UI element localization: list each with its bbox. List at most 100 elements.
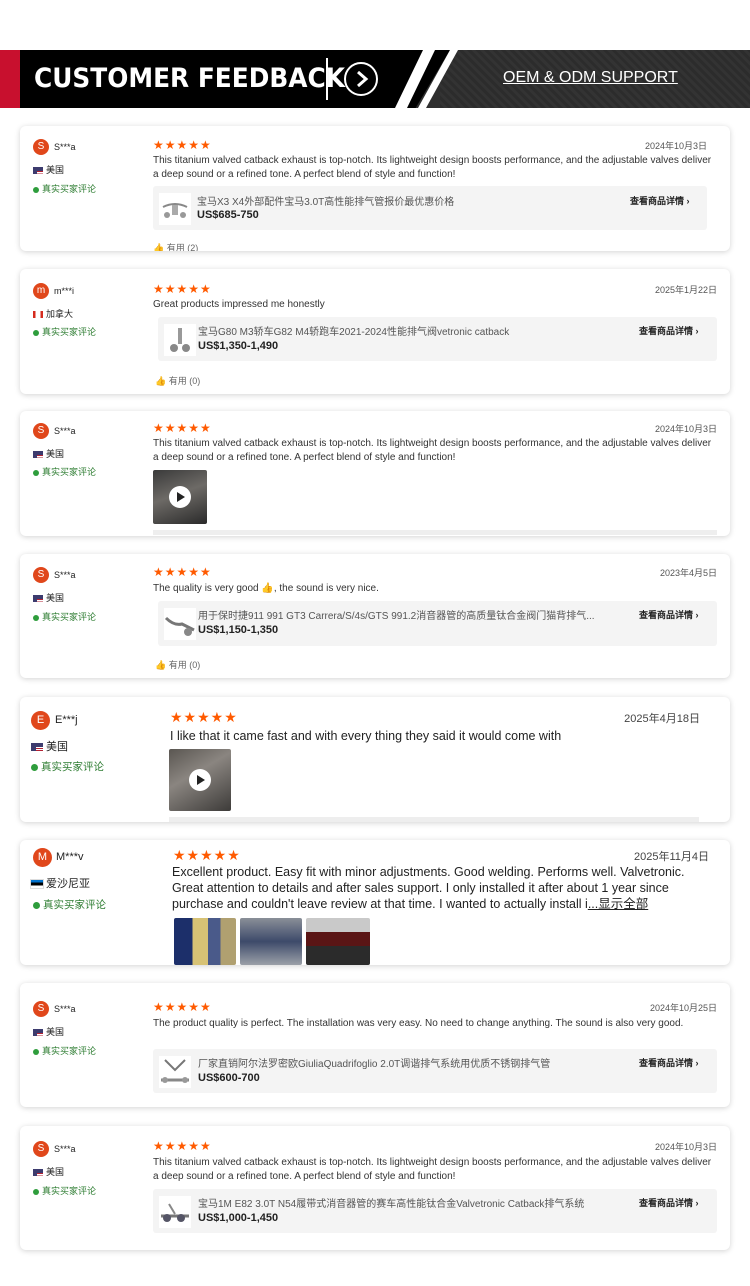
helpful-button[interactable]: 👍 有用 (0) — [155, 374, 200, 387]
review-photo[interactable] — [174, 918, 236, 965]
avatar: S — [33, 1001, 49, 1017]
review-text: This titanium valved catback exhaust is … — [153, 1157, 712, 1182]
product-price: US$1,350-1,490 — [198, 340, 279, 352]
star-rating: ★★★★★ — [153, 421, 212, 435]
thumbs-up-icon: 👍 — [155, 376, 167, 386]
product-link[interactable]: 宝马G80 M3轿车G82 M4轿跑车2021-2024性能排气阀vetroni… — [158, 317, 717, 361]
review-card: S S***a 美国 真实买家评论 ★★★★★ 2024年10月3日 This … — [20, 126, 730, 251]
product-name: 宝马1M E82 3.0T N54履带式消音器管的赛车高性能钛合金Valvetr… — [198, 1199, 585, 1210]
product-link[interactable]: 宝马X3 X4外部配件宝马3.0T高性能排气管报价最优惠价格 US$685-75… — [153, 186, 707, 230]
banner-red-accent — [0, 50, 20, 108]
product-link[interactable]: 厂家直销阿尔法罗密欧GiuliaQuadrifoglio 2.0T调谐排气系统用… — [153, 1049, 717, 1093]
view-product-details-link[interactable]: 查看商品详情 › — [639, 324, 699, 337]
media-scrollbar[interactable] — [153, 530, 717, 535]
estonia-flag-icon — [30, 879, 44, 890]
review-video[interactable] — [153, 470, 207, 524]
review-text: Great products impressed me honestly — [153, 299, 325, 310]
product-link[interactable]: 宝马1M E82 3.0T N54履带式消音器管的赛车高性能钛合金Valvetr… — [153, 1189, 717, 1233]
show-all-link[interactable]: ...显示全部 — [588, 897, 648, 911]
review-text: Excellent product. Easy fit with minor a… — [172, 865, 685, 911]
product-price: US$1,000-1,450 — [198, 1212, 279, 1224]
review-date: 2025年1月22日 — [654, 285, 717, 295]
avatar: E — [31, 711, 50, 730]
review-card: S S***a 美国 真实买家评论 ★★★★★ 2024年10月3日 This … — [20, 1126, 730, 1250]
review-card: M M***v 爱沙尼亚 真实买家评论 ★★★★★ 2025年11月4日 Exc… — [20, 840, 730, 965]
view-product-details-link[interactable]: 查看商品详情 › — [639, 608, 699, 621]
review-text: The quality is very good 👍, the sound is… — [153, 583, 379, 594]
feedback-banner: CUSTOMER FEEDBACK OEM & ODM SUPPORT — [0, 50, 750, 108]
reviewer-country: 美国 — [33, 1165, 64, 1178]
review-date: 2023年4月5日 — [659, 568, 717, 578]
review-text: This titanium valved catback exhaust is … — [153, 155, 712, 180]
review-card: S S***a 美国 真实买家评论 ★★★★★ 2024年10月3日 This … — [20, 411, 730, 536]
reviewer-country: 美国 — [33, 1025, 64, 1038]
review-date: 2025年4月18日 — [624, 713, 700, 725]
review-video[interactable] — [169, 749, 231, 811]
product-link[interactable]: 用于保时捷911 991 GT3 Carrera/S/4s/GTS 991.2消… — [158, 601, 717, 646]
us-flag-icon — [33, 1169, 43, 1177]
view-product-details-link[interactable]: 查看商品详情 › — [639, 1056, 699, 1069]
star-rating: ★★★★★ — [153, 565, 212, 579]
product-name: 宝马X3 X4外部配件宝马3.0T高性能排气管报价最优惠价格 — [197, 197, 455, 208]
oem-odm-support-link[interactable]: OEM & ODM SUPPORT — [503, 69, 678, 87]
reviewer-name: S***a — [54, 1004, 76, 1014]
us-flag-icon — [31, 743, 43, 752]
play-icon[interactable] — [189, 769, 211, 791]
reviewer-country: 美国 — [33, 447, 64, 460]
reviewer-name: m***i — [54, 286, 75, 296]
reviewer-name: S***a — [54, 570, 76, 580]
verified-badge: 真实买家评论 — [33, 465, 96, 478]
product-thumbnail — [159, 1196, 191, 1228]
banner-divider — [326, 58, 328, 100]
review-text: The product quality is perfect. The inst… — [153, 1018, 684, 1029]
avatar: m — [33, 283, 49, 299]
product-thumbnail — [159, 193, 191, 225]
thumbs-up-icon: 👍 — [155, 660, 167, 670]
check-dot-icon — [33, 186, 39, 193]
view-product-details-link[interactable]: 查看商品详情 › — [639, 1196, 699, 1209]
us-flag-icon — [33, 167, 43, 175]
play-icon[interactable] — [169, 486, 191, 508]
review-photo[interactable] — [240, 918, 302, 965]
avatar: M — [33, 848, 52, 867]
check-dot-icon — [33, 329, 39, 336]
us-flag-icon — [33, 451, 43, 459]
star-rating: ★★★★★ — [170, 709, 238, 725]
verified-badge: 真实买家评论 — [33, 897, 106, 912]
verified-badge: 真实买家评论 — [33, 1044, 96, 1057]
verified-badge: 真实买家评论 — [33, 325, 96, 338]
star-rating: ★★★★★ — [153, 138, 212, 152]
us-flag-icon — [33, 595, 43, 603]
review-date: 2024年10月3日 — [654, 424, 717, 434]
verified-badge: 真实买家评论 — [33, 182, 96, 195]
product-name: 用于保时捷911 991 GT3 Carrera/S/4s/GTS 991.2消… — [198, 611, 595, 622]
canada-flag-icon — [33, 311, 43, 319]
product-price: US$685-750 — [197, 209, 259, 221]
product-name: 宝马G80 M3轿车G82 M4轿跑车2021-2024性能排气阀vetroni… — [198, 327, 510, 338]
verified-badge: 真实买家评论 — [33, 1184, 96, 1197]
reviewer-name: S***a — [54, 142, 76, 152]
star-rating: ★★★★★ — [173, 847, 241, 863]
media-scrollbar[interactable] — [169, 817, 699, 822]
avatar: S — [33, 1141, 49, 1157]
reviewer-country: 美国 — [31, 738, 68, 754]
review-date: 2024年10月25日 — [649, 1003, 717, 1013]
helpful-button[interactable]: 👍 有用 (0) — [155, 658, 200, 671]
check-dot-icon — [33, 469, 39, 476]
reviewer-country: 爱沙尼亚 — [30, 875, 90, 891]
product-price: US$600-700 — [198, 1072, 260, 1084]
reviewer-name: S***a — [54, 426, 76, 436]
chevron-right-icon[interactable] — [344, 62, 378, 96]
review-photo[interactable] — [306, 918, 370, 965]
star-rating: ★★★★★ — [153, 1139, 212, 1153]
reviewer-country: 加拿大 — [33, 307, 73, 320]
helpful-button[interactable]: 👍 有用 (2) — [153, 241, 198, 251]
review-date: 2025年11月4日 — [633, 851, 709, 863]
check-dot-icon — [33, 901, 40, 909]
reviewer-country: 美国 — [33, 591, 64, 604]
check-dot-icon — [33, 614, 39, 621]
view-product-details-link[interactable]: 查看商品详情 › — [630, 194, 690, 207]
product-price: US$1,150-1,350 — [198, 624, 279, 636]
reviewer-name: S***a — [54, 1144, 76, 1154]
review-card: E E***j 美国 真实买家评论 ★★★★★ 2025年4月18日 I lik… — [20, 697, 730, 822]
